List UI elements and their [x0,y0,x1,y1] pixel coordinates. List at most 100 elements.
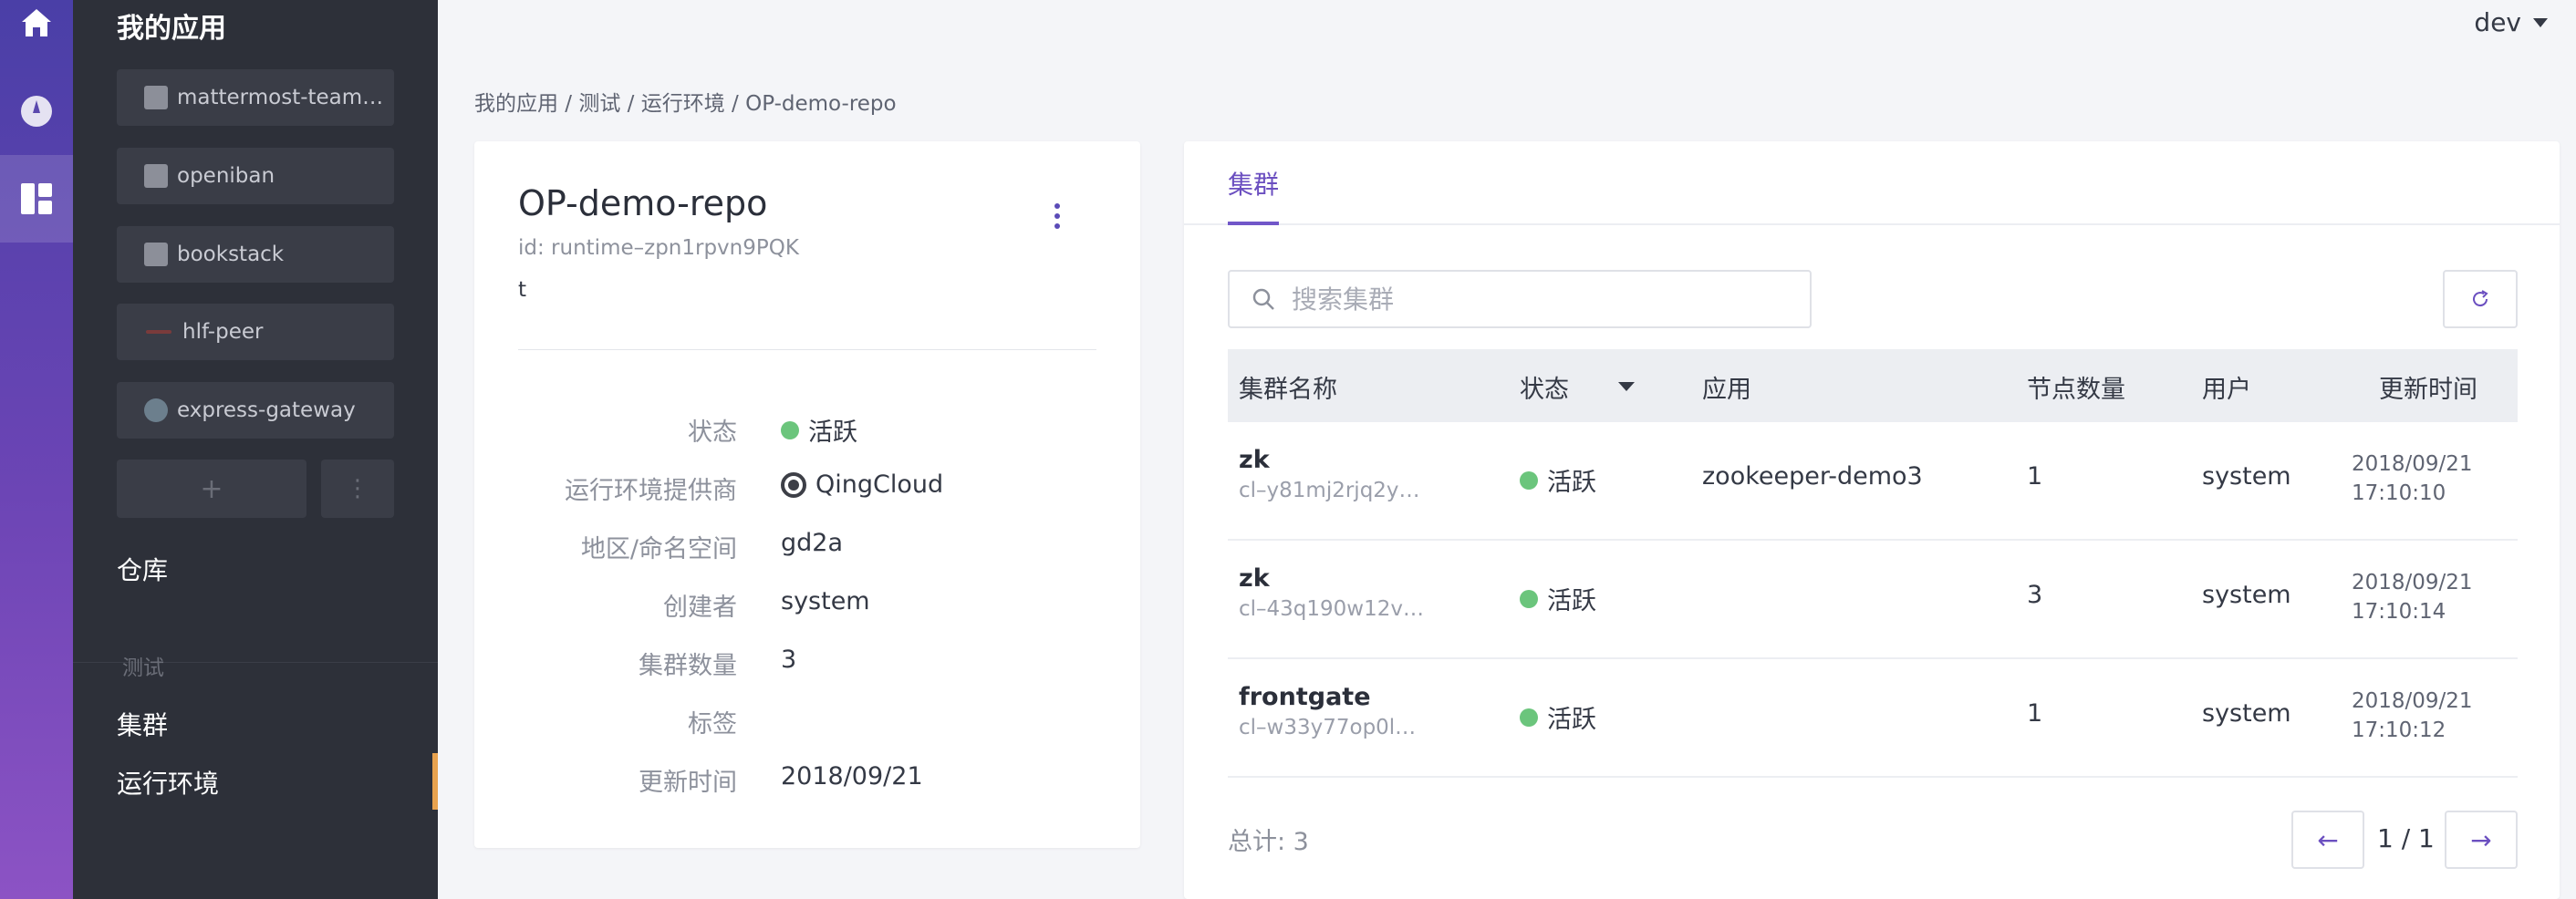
user-menu[interactable]: dev [2474,7,2549,37]
prop-value: system [781,587,870,615]
status-active-dot [1520,470,1538,490]
prop-label: 地区/命名空间 [580,535,737,563]
search-box [1228,270,1812,328]
prop-label: 创建者 [663,594,737,622]
app-icon [144,86,168,109]
refresh-icon [2473,290,2488,307]
status-text: 活跃 [808,418,857,447]
search-input[interactable] [1292,284,1802,315]
table-row[interactable]: frontgate cl–w33y77op0l… 活跃 1 system 201… [1228,659,2518,778]
column-header: 节点数量 [2027,376,2125,404]
cluster-user: system [2202,699,2291,728]
prop-status: 状态 活跃 [474,412,1140,449]
app-icon [144,164,168,188]
search-icon [1252,288,1274,310]
more-actions-button[interactable] [1044,198,1071,234]
column-header: 集群名称 [1239,376,1337,404]
app-label: bookstack [177,243,285,266]
app-sidebar: 我的应用 mattermost-team… openiban bookstack… [73,0,438,899]
column-header: 应用 [1702,376,1751,404]
kebab-dot [1054,213,1060,219]
divider [518,349,1096,350]
cluster-updated: 2018/09/21 17:10:14 [2352,571,2473,624]
cluster-status: 活跃 [1520,462,1596,498]
app-label: express-gateway [177,398,356,422]
column-header: 更新时间 [2379,376,2477,404]
prop-label: 状态 [688,418,737,447]
sidebar-app-item[interactable]: hlf-peer [117,304,394,360]
cluster-app[interactable]: zookeeper-demo3 [1702,462,1923,491]
breadcrumb[interactable]: 我的应用 / 测试 / 运行环境 / OP-demo-repo [474,86,897,117]
more-apps-button[interactable]: ⋮ [321,460,394,518]
app-icon [144,243,168,266]
table-row[interactable]: zk cl–43q190w12v… 活跃 3 system 2018/09/21… [1228,541,2518,659]
app-label: hlf-peer [182,320,264,344]
sidebar-item-clusters[interactable]: 集群 [117,706,168,742]
status-text: 活跃 [1547,469,1596,497]
sidebar-app-item[interactable]: openiban [117,148,394,204]
next-page-button[interactable]: → [2445,811,2518,869]
prop-value: 活跃 [781,412,857,448]
column-header: 用户 [2202,376,2251,404]
compass-icon [21,96,52,127]
prop-value: QingCloud [781,470,943,499]
rail-store-button[interactable] [0,67,73,155]
sidebar-item-repo[interactable]: 仓库 [117,551,168,587]
table-row[interactable]: zk cl–y81mj2rjq2y… 活跃 zookeeper-demo3 1 … [1228,422,2518,541]
cluster-status: 活跃 [1520,699,1596,735]
prop-label: 运行环境提供商 [565,477,737,505]
caret-down-icon[interactable] [1618,382,1635,391]
cluster-name[interactable]: frontgate [1239,683,1371,711]
caret-down-icon [2533,17,2548,27]
prop-label: 更新时间 [639,769,737,797]
cluster-user: system [2202,462,2291,491]
sidebar-app-item[interactable]: express-gateway [117,382,394,439]
sidebar-group-label: 测试 [122,656,164,680]
cluster-id: cl–43q190w12v… [1239,597,1424,621]
sidebar-title: 我的应用 [117,13,226,45]
cluster-id: cl–w33y77op0l… [1239,716,1417,739]
gateway-icon [144,398,168,422]
icon-rail [0,0,73,899]
cluster-updated: 2018/09/21 17:10:10 [2352,452,2473,505]
page-indicator: 1 / 1 [2377,823,2435,853]
status-text: 活跃 [1547,706,1596,734]
sidebar-app-item[interactable]: mattermost-team… [117,69,394,126]
tab-clusters[interactable]: 集群 [1228,165,1279,202]
active-indicator [432,753,438,810]
home-icon [22,9,51,36]
cluster-user: system [2202,581,2291,609]
user-name: dev [2474,7,2521,37]
app-actions: + ⋮ [117,460,394,518]
app-label: openiban [177,164,275,188]
total-count: 总计: 3 [1228,828,1309,856]
column-header-status[interactable]: 状态 [1520,369,1569,405]
kebab-dot [1054,203,1060,209]
refresh-button[interactable] [2443,270,2518,328]
cluster-updated: 2018/09/21 17:10:12 [2352,689,2473,742]
sidebar-item-runtimes[interactable]: 运行环境 [117,764,219,801]
prev-page-button[interactable]: ← [2291,811,2364,869]
prop-owner: 创建者 system [474,587,1140,624]
prop-zone: 地区/命名空间 gd2a [474,529,1140,565]
status-active-dot [1520,708,1538,727]
status-active-dot [781,420,799,439]
table-header: 集群名称 状态 应用 节点数量 用户 更新时间 [1228,349,2518,422]
cluster-id: cl–y81mj2rjq2y… [1239,479,1420,502]
provider-text: QingCloud [815,470,944,499]
prop-label: 集群数量 [639,652,737,680]
prop-value: gd2a [781,529,844,557]
cluster-name[interactable]: zk [1239,446,1270,474]
add-app-button[interactable]: + [117,460,306,518]
rail-home-button[interactable] [0,0,73,67]
runtime-info-card: OP-demo-repo id: runtime–zpn1rpvn9PQK t … [474,141,1140,848]
prop-cluster-count: 集群数量 3 [474,646,1140,682]
cluster-name[interactable]: zk [1239,564,1270,593]
rail-dashboard-button[interactable] [0,155,73,243]
sidebar-app-item[interactable]: bookstack [117,226,394,283]
clusters-card: 集群 集群名称 状态 应用 节点数量 用户 更新时间 zk cl–y81mj2r… [1184,141,2560,899]
status-active-dot [1520,589,1538,608]
tab-bar: 集群 [1184,141,2560,225]
dashboard-icon [21,183,52,214]
runtime-title: OP-demo-repo [518,183,768,223]
